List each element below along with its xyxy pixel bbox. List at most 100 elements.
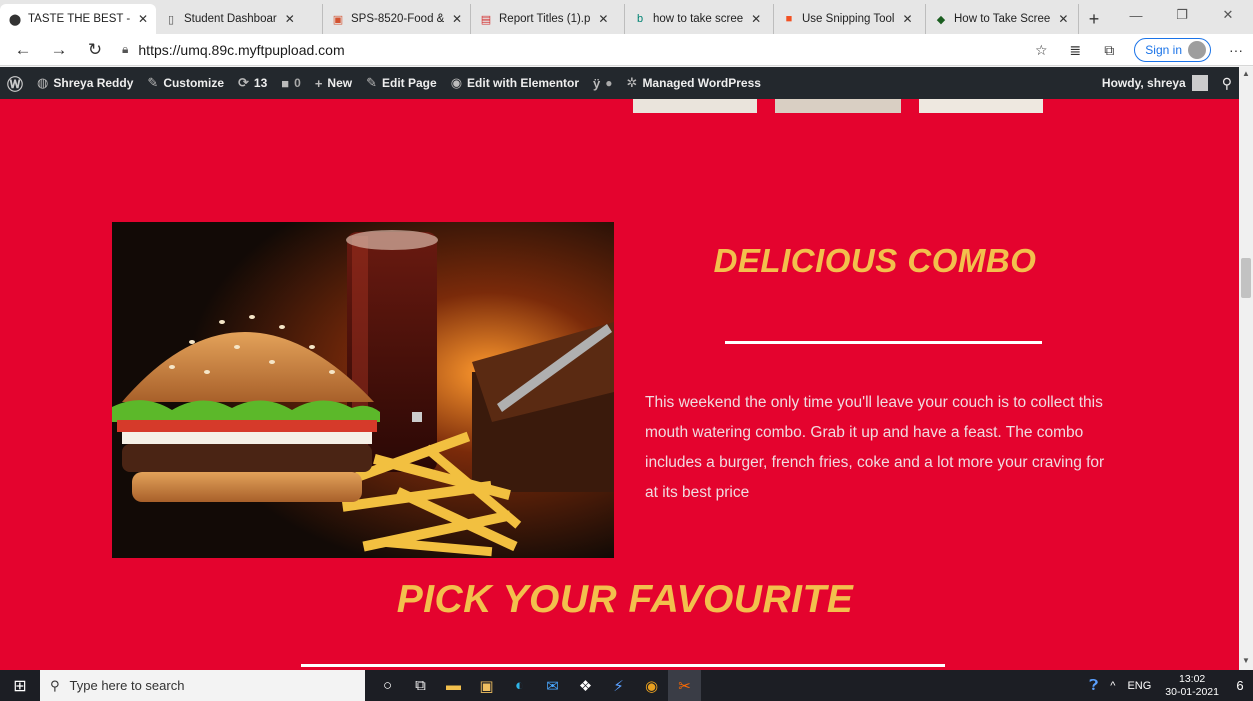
wp-admin-bar: Ⓦ ◍ Shreya Reddy ✎ Customize ⟳ 13 ■ 0 + New ✎… bbox=[0, 67, 1239, 99]
help-icon[interactable]: ❓︎ bbox=[1083, 677, 1104, 694]
edge-icon[interactable]: ◐ bbox=[503, 670, 536, 701]
tab-list: ⬤ TASTE THE BEST - ✕ ▯ Student Dashboar ✕ ▣ SPS… bbox=[0, 4, 1079, 34]
edit-elementor-link[interactable]: ◉ Edit with Elementor bbox=[444, 67, 586, 99]
combo-divider bbox=[725, 341, 1042, 344]
new-link[interactable]: + New bbox=[308, 67, 359, 99]
gear-icon: ✲ bbox=[626, 75, 638, 90]
user-avatar-icon bbox=[1191, 75, 1208, 91]
profile-avatar-icon bbox=[1188, 41, 1206, 59]
sign-in-button[interactable]: Sign in bbox=[1134, 38, 1211, 62]
gallery-thumbnail[interactable] bbox=[633, 99, 757, 113]
tab-close-icon[interactable]: ✕ bbox=[1058, 12, 1068, 26]
tab-label: Student Dashboar bbox=[184, 13, 277, 25]
pencil-icon: ✎ bbox=[366, 75, 377, 90]
howdy-user-link[interactable]: Howdy, shreya bbox=[1095, 67, 1215, 99]
url-field[interactable]: 🔒︎ https://umq.89c.myftpupload.com bbox=[122, 42, 345, 58]
tab-label: Report Titles (1).p bbox=[499, 13, 591, 25]
wordpress-logo-icon[interactable]: Ⓦ bbox=[0, 67, 30, 99]
browser-tab[interactable]: ▯ Student Dashboar ✕ bbox=[156, 4, 323, 34]
scroll-down-arrow-icon[interactable]: ▼ bbox=[1239, 656, 1253, 668]
notification-count: 6 bbox=[1236, 678, 1244, 693]
customize-label: Customize bbox=[163, 76, 224, 90]
forward-icon[interactable]: → bbox=[44, 36, 74, 64]
browser-tab[interactable]: ■ Use Snipping Tool ✕ bbox=[774, 4, 926, 34]
sign-in-label: Sign in bbox=[1145, 43, 1182, 57]
tab-label: Use Snipping Tool bbox=[802, 13, 895, 25]
gallery-thumbnail[interactable] bbox=[775, 99, 901, 113]
clock-date: 30-01-2021 bbox=[1165, 685, 1219, 698]
tab-label: TASTE THE BEST - bbox=[28, 13, 130, 25]
website-icon: ◆ bbox=[936, 13, 946, 26]
tab-close-icon[interactable]: ✕ bbox=[598, 12, 608, 26]
tab-close-icon[interactable]: ✕ bbox=[138, 12, 148, 26]
tab-label: SPS-8520-Food & bbox=[351, 13, 444, 25]
edit-page-link[interactable]: ✎ Edit Page bbox=[359, 67, 444, 99]
taskbar-search-box[interactable]: ⚲ Type here to search bbox=[40, 670, 365, 701]
new-tab-button[interactable]: + bbox=[1079, 4, 1109, 34]
browser-tab[interactable]: ▤ Report Titles (1).p ✕ bbox=[471, 4, 625, 34]
tab-close-icon[interactable]: ✕ bbox=[285, 12, 295, 26]
file-explorer-icon[interactable]: ▬ bbox=[437, 670, 470, 701]
yoast-seo-link[interactable]: ÿ ● bbox=[586, 67, 619, 99]
address-bar: ← → ↻ 🔒︎ https://umq.89c.myftpupload.com… bbox=[0, 34, 1253, 66]
pdf-icon: ▤ bbox=[480, 13, 492, 26]
taskbar-search-placeholder: Type here to search bbox=[69, 678, 185, 693]
edit-elementor-label: Edit with Elementor bbox=[467, 76, 580, 90]
updates-link[interactable]: ⟳ 13 bbox=[231, 67, 274, 99]
browser-tab[interactable]: ◆ How to Take Scree ✕ bbox=[926, 4, 1079, 34]
notification-center-icon[interactable]: 6 bbox=[1227, 670, 1253, 701]
new-label: New bbox=[327, 76, 353, 90]
minimize-icon[interactable]: — bbox=[1113, 0, 1159, 30]
browser-tab[interactable]: ⬤ TASTE THE BEST - ✕ bbox=[0, 4, 156, 34]
mail-icon[interactable]: ✉ bbox=[536, 670, 569, 701]
task-view-icon[interactable]: ⧉ bbox=[404, 670, 437, 701]
power-automate-icon[interactable]: ⚡︎ bbox=[602, 670, 635, 701]
ppt-icon: ▣ bbox=[332, 13, 344, 26]
snipping-tool-icon[interactable]: ✂ bbox=[668, 670, 701, 701]
collections-icon[interactable]: ⧉ bbox=[1092, 36, 1126, 64]
windows-start-icon[interactable]: ⊞ bbox=[0, 670, 40, 701]
more-menu-icon[interactable]: ··· bbox=[1219, 36, 1253, 64]
clock-time: 13:02 bbox=[1179, 672, 1206, 685]
dropbox-icon[interactable]: ❖ bbox=[569, 670, 602, 701]
customize-link[interactable]: ✎ Customize bbox=[140, 67, 231, 99]
comments-count: 0 bbox=[294, 76, 301, 90]
close-window-icon[interactable]: ✕ bbox=[1205, 0, 1251, 30]
dashboard-icon: ◍ bbox=[37, 75, 49, 90]
page-scrollbar[interactable]: ▲ ▼ bbox=[1239, 67, 1253, 670]
back-icon[interactable]: ← bbox=[8, 36, 38, 64]
bing-icon: b bbox=[636, 13, 644, 25]
chrome-icon[interactable]: ◉ bbox=[635, 670, 668, 701]
windows-taskbar: ⊞ ⚲ Type here to search ○ ⧉ ▬ ▣ ◐ ✉ ❖ ⚡︎… bbox=[0, 670, 1253, 701]
yoast-icon: ÿ bbox=[593, 75, 601, 91]
tab-close-icon[interactable]: ✕ bbox=[452, 12, 462, 26]
browser-tab[interactable]: ▣ SPS-8520-Food & ✕ bbox=[323, 4, 471, 34]
show-hidden-icons-icon[interactable]: ^ bbox=[1104, 680, 1121, 692]
managed-wordpress-link[interactable]: ✲ Managed WordPress bbox=[620, 67, 768, 99]
page-icon: ▯ bbox=[167, 13, 175, 26]
comments-link[interactable]: ■ 0 bbox=[274, 67, 308, 99]
tab-strip: ⬤ TASTE THE BEST - ✕ ▯ Student Dashboar ✕ ▣ SPS… bbox=[0, 0, 1253, 34]
cortana-icon[interactable]: ○ bbox=[371, 670, 404, 701]
refresh-icon[interactable]: ↻ bbox=[80, 36, 110, 64]
scroll-thumb[interactable] bbox=[1241, 258, 1251, 298]
tab-close-icon[interactable]: ✕ bbox=[903, 12, 913, 26]
burger-illustration bbox=[112, 222, 614, 558]
browser-tab[interactable]: b how to take scree ✕ bbox=[625, 4, 774, 34]
combo-description: This weekend the only time you'll leave … bbox=[645, 394, 1105, 501]
gallery-thumbnail[interactable] bbox=[919, 99, 1043, 113]
system-tray: ❓︎ ^ ENG 13:02 30-01-2021 6 bbox=[1083, 670, 1253, 701]
site-name-link[interactable]: ◍ Shreya Reddy bbox=[30, 67, 140, 99]
search-icon[interactable]: ⚲ bbox=[1215, 67, 1239, 99]
store-icon[interactable]: ▣ bbox=[470, 670, 503, 701]
managed-label: Managed WordPress bbox=[642, 76, 761, 90]
tab-close-icon[interactable]: ✕ bbox=[751, 12, 761, 26]
clock[interactable]: 13:02 30-01-2021 bbox=[1157, 673, 1227, 699]
restore-icon[interactable]: ❐ bbox=[1159, 0, 1205, 30]
scroll-up-arrow-icon[interactable]: ▲ bbox=[1239, 69, 1253, 81]
edit-page-label: Edit Page bbox=[382, 76, 437, 90]
page-content: DELICIOUS COMBO This weekend the only ti… bbox=[0, 99, 1239, 670]
language-indicator[interactable]: ENG bbox=[1121, 680, 1157, 692]
favorite-star-icon[interactable]: ☆ bbox=[1024, 36, 1058, 64]
favorites-list-icon[interactable]: ≣ bbox=[1058, 36, 1092, 64]
